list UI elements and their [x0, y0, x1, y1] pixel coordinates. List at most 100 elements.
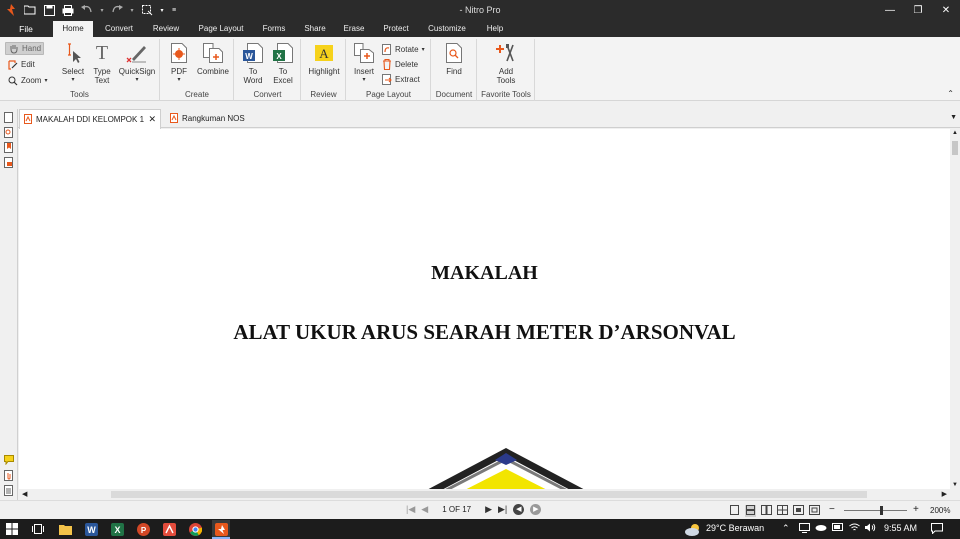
tab-forms[interactable]: Forms [256, 21, 292, 37]
last-page-icon[interactable]: ▶| [498, 504, 507, 515]
to-excel-button[interactable]: X To Excel [270, 42, 296, 85]
single-page-view-icon[interactable] [729, 505, 740, 517]
convert-group: W To Word X To Excel Convert [235, 39, 301, 101]
next-view-icon[interactable]: ▶ [530, 504, 542, 515]
zoom-slider-thumb[interactable] [880, 506, 883, 515]
pdf-create-icon [168, 42, 190, 64]
tab-share[interactable]: Share [298, 21, 332, 37]
pdf-reader-app-icon[interactable] [162, 522, 176, 536]
chevron-down-icon: ▾ [44, 78, 48, 84]
facing-view-icon[interactable] [761, 505, 772, 517]
comments-panel-icon[interactable] [4, 455, 14, 466]
svg-text:A: A [319, 46, 329, 61]
page-indicator[interactable]: 1 OF 17 [442, 505, 471, 514]
task-view-icon[interactable] [31, 522, 45, 536]
type-text-button[interactable]: T Type Text [90, 42, 114, 86]
wifi-icon[interactable] [849, 523, 860, 534]
document-tab-active[interactable]: MAKALAH DDI KELOMPOK 1 ✕ [19, 109, 161, 129]
edit-tool-button[interactable]: Edit [7, 58, 35, 71]
minimize-button[interactable]: — [876, 0, 904, 21]
zoom-level[interactable]: 200% [930, 506, 950, 515]
highlight-button[interactable]: A Highlight [304, 42, 344, 76]
zoom-in-icon[interactable]: + [913, 504, 919, 515]
pdf-button[interactable]: PDF ▾ [167, 42, 191, 85]
scroll-left-icon[interactable]: ◀ [22, 490, 27, 498]
tab-convert[interactable]: Convert [97, 21, 141, 37]
document-view[interactable]: MAKALAH ALAT UKUR ARUS SEARAH METER D’AR… [19, 129, 950, 489]
tab-list-dropdown-icon[interactable]: ▼ [950, 114, 957, 121]
onedrive-cloud-icon[interactable] [815, 523, 827, 533]
zoom-out-icon[interactable]: − [829, 504, 835, 515]
select-button[interactable]: Select ▾ [60, 42, 86, 85]
to-word-button[interactable]: W To Word [240, 42, 266, 85]
create-group-label: Create [184, 90, 209, 99]
weather-cloud-icon[interactable] [683, 522, 703, 536]
restore-button[interactable]: ❐ [904, 0, 932, 21]
show-hidden-icons-icon[interactable]: ⌃ [782, 523, 790, 534]
first-page-icon[interactable]: |◀ [406, 504, 415, 515]
continuous-view-icon[interactable] [745, 505, 756, 517]
powerpoint-app-icon[interactable]: P [136, 522, 150, 536]
scroll-down-icon[interactable]: ▼ [952, 482, 958, 488]
tools-group: Hand Edit Zoom ▾ Select ▾ T Type Text Qu… [0, 39, 160, 101]
bookmarks-panel-icon[interactable] [4, 142, 14, 153]
facing-continuous-view-icon[interactable] [777, 505, 788, 517]
weather-text[interactable]: 29°C Berawan [706, 523, 764, 533]
delete-button[interactable]: Delete [381, 58, 418, 71]
fit-width-icon[interactable] [793, 505, 804, 517]
tab-home[interactable]: Home [53, 21, 93, 37]
chrome-app-icon[interactable] [188, 522, 202, 536]
horizontal-scroll-thumb[interactable] [111, 491, 867, 498]
svg-text:P: P [140, 526, 146, 535]
zoom-tool-button[interactable]: Zoom ▾ [7, 74, 47, 87]
add-tools-button[interactable]: Add Tools [488, 42, 524, 85]
chevron-down-icon: ▾ [71, 77, 75, 83]
previous-page-icon[interactable]: ◀ [421, 504, 428, 515]
search-panel-icon[interactable] [4, 127, 14, 138]
output-panel-icon[interactable] [4, 485, 14, 496]
nitro-app-icon[interactable] [212, 520, 230, 538]
document-tab[interactable]: Rangkuman NOS [166, 109, 250, 128]
clock-time[interactable]: 9:55 AM [884, 523, 917, 533]
scroll-right-icon[interactable]: ▶ [942, 490, 947, 498]
tab-customize[interactable]: Customize [421, 21, 473, 37]
tab-page-layout[interactable]: Page Layout [193, 21, 249, 37]
select-cursor-icon [62, 42, 84, 64]
rotate-button[interactable]: Rotate ▾ [381, 43, 425, 56]
volume-icon[interactable] [865, 523, 876, 534]
tab-protect[interactable]: Protect [377, 21, 415, 37]
collapse-ribbon-icon[interactable]: ⌃ [947, 89, 954, 98]
battery-icon[interactable] [832, 523, 844, 533]
find-button[interactable]: Find [440, 42, 468, 76]
vertical-scroll-thumb[interactable] [952, 141, 958, 155]
scroll-up-icon[interactable]: ▲ [952, 130, 958, 136]
hand-tool-button[interactable]: Hand [5, 42, 44, 55]
word-app-icon[interactable]: W [84, 522, 98, 536]
horizontal-scrollbar[interactable]: ◀ ▶ [19, 489, 950, 500]
quicksign-button[interactable]: QuickSign ▾ [117, 42, 157, 85]
file-menu[interactable]: File [0, 21, 52, 37]
close-tab-icon[interactable]: ✕ [148, 114, 156, 125]
hardware-icon[interactable] [799, 523, 810, 535]
tab-help[interactable]: Help [480, 21, 510, 37]
combine-button[interactable]: Combine [195, 42, 231, 76]
vertical-scrollbar[interactable]: ▲ ▼ [950, 129, 960, 489]
tools-group-label: Tools [70, 90, 89, 99]
attachments-panel-icon[interactable] [4, 470, 14, 481]
tab-erase[interactable]: Erase [337, 21, 371, 37]
close-window-button[interactable]: ✕ [932, 0, 960, 21]
security-panel-icon[interactable] [4, 157, 14, 168]
notifications-icon[interactable] [931, 523, 943, 536]
excel-app-icon[interactable]: X [110, 522, 124, 536]
windows-start-icon[interactable] [5, 522, 19, 536]
next-page-icon[interactable]: ▶ [485, 504, 492, 515]
zoom-slider[interactable] [844, 506, 907, 515]
file-explorer-icon[interactable] [58, 522, 72, 536]
extract-button[interactable]: Extract [381, 73, 420, 86]
tab-review[interactable]: Review [145, 21, 187, 37]
insert-button[interactable]: Insert ▾ [350, 42, 378, 85]
ribbon-tab-bar: File Home Convert Review Page Layout For… [0, 21, 960, 37]
previous-view-icon[interactable]: ◀ [513, 504, 525, 515]
pages-panel-icon[interactable] [4, 112, 14, 123]
fit-page-icon[interactable] [809, 505, 820, 517]
